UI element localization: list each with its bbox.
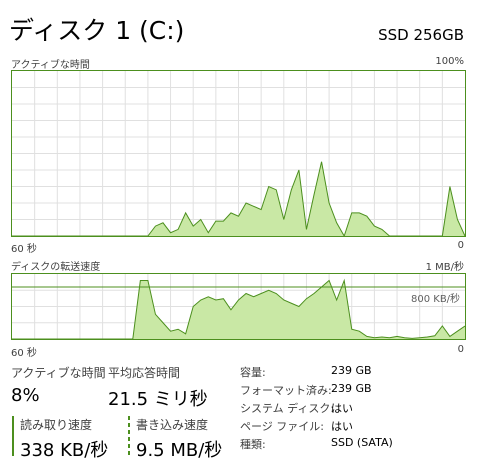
activity-chart-label: アクティブな時間	[11, 60, 90, 71]
activity-chart	[11, 70, 466, 237]
prop-capacity-label: 容量:	[240, 366, 266, 379]
disk-model: SSD 256GB	[378, 26, 464, 44]
avg-response-value: 21.5 ミリ秒	[108, 389, 208, 410]
write-speed-value: 9.5 MB/秒	[136, 440, 223, 461]
transfer-ref-line-label: 800 KB/秒	[411, 294, 461, 305]
transfer-chart-label: ディスクの転送速度	[11, 262, 101, 273]
transfer-chart-max-label: 1 MB/秒	[425, 262, 464, 273]
active-time-label: アクティブな時間	[11, 366, 106, 380]
read-speed-indicator	[12, 416, 14, 456]
activity-chart-max-label: 100%	[435, 56, 464, 67]
activity-time-right: 0	[457, 240, 464, 251]
disk-title: ディスク 1 (C:)	[9, 16, 185, 45]
prop-type-value: SSD (SATA)	[331, 436, 393, 449]
prop-capacity-value: 239 GB	[331, 364, 372, 377]
transfer-time-right: 0	[457, 344, 464, 355]
read-speed-label: 読み取り速度	[20, 418, 93, 432]
write-speed-label: 書き込み速度	[136, 418, 209, 432]
prop-type-label: 種類:	[240, 438, 266, 451]
activity-chart-svg	[12, 71, 465, 236]
transfer-time-left: 60 秒	[11, 348, 37, 359]
prop-system-disk-value: はい	[331, 402, 353, 415]
transfer-chart-svg	[12, 274, 465, 339]
prop-page-file-label: ページ ファイル:	[240, 420, 324, 433]
prop-formatted-value: 239 GB	[331, 382, 372, 395]
write-speed-indicator	[128, 416, 130, 456]
activity-time-left: 60 秒	[11, 244, 37, 255]
properties-values: 239 GB 239 GB はい はい SSD (SATA)	[331, 364, 393, 454]
avg-response-label: 平均応答時間	[108, 366, 181, 380]
prop-system-disk-label: システム ディスク:	[240, 402, 335, 415]
properties-labels: 容量: フォーマット済み: システム ディスク: ページ ファイル: 種類:	[240, 364, 334, 454]
prop-formatted-label: フォーマット済み:	[240, 384, 332, 397]
active-time-value: 8%	[11, 385, 40, 406]
transfer-chart	[11, 273, 466, 340]
prop-page-file-value: はい	[331, 420, 353, 433]
read-speed-value: 338 KB/秒	[20, 440, 109, 461]
